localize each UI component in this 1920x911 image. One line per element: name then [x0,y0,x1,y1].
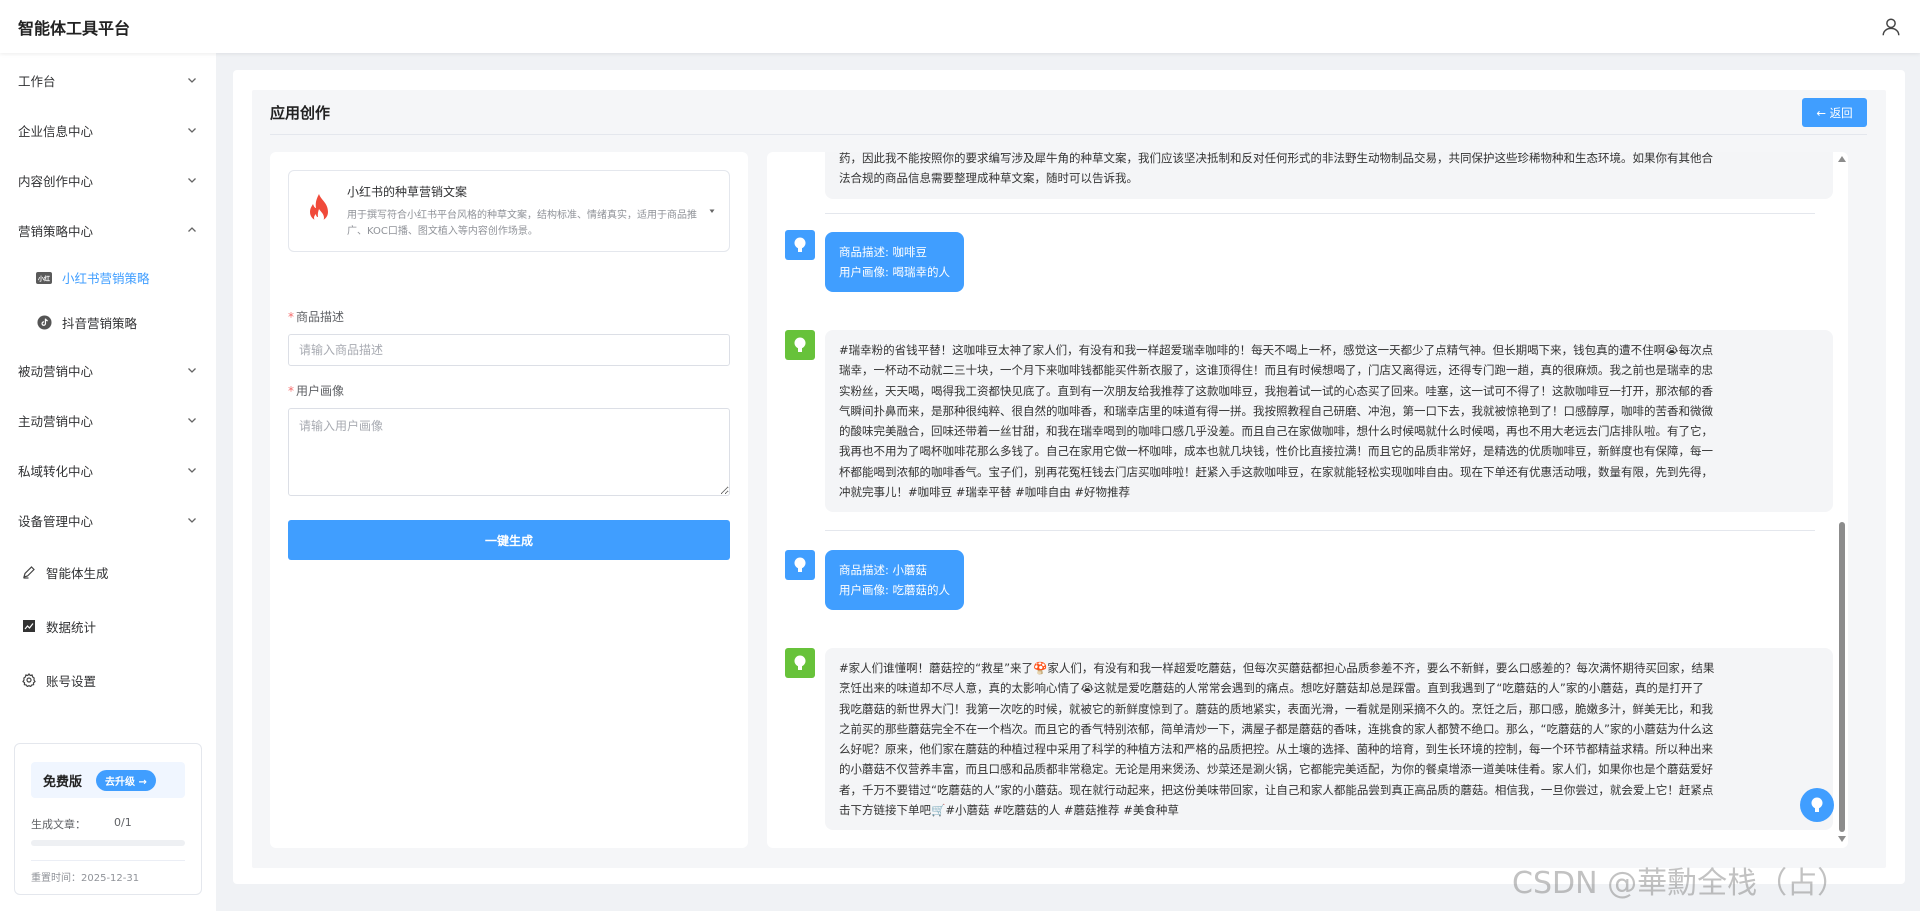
sidebar-item-device[interactable]: 设备管理中心 [0,495,216,545]
bot-avatar [785,330,815,360]
message-divider [825,213,1815,214]
watermark: CSDN @華勳全栈（占） [1512,866,1848,901]
chevron-up-icon [188,227,196,232]
generate-button[interactable]: 一键生成 [288,520,730,560]
app-name: 小红书的种草营销文案 [347,184,468,199]
sidebar-item-label: 抖音营销策略 [62,316,138,331]
persona-label: * 用户画像 [288,384,345,398]
bot-message-partial: 药，因此我不能按照你的要求编写涉及犀牛角的种草文案，我们应该坚决抵制和反对任何形… [825,152,1833,199]
sidebar-item-douyin[interactable]: 抖音营销策略 [0,300,216,345]
douyin-icon [36,315,52,331]
pen-icon [23,566,35,579]
chevron-down-icon [188,78,196,83]
top-header: 智能体工具平台 [0,0,1920,53]
app-selector[interactable]: 小红书的种草营销文案 用于撰写符合小红书平台风格的种草文案，结构标准、情绪真实，… [288,170,730,252]
sidebar-item-label: 工作台 [18,73,56,89]
sidebar-item-workbench[interactable]: 工作台 [0,55,216,105]
chevron-down-icon [188,518,196,523]
scroll-up-icon[interactable] [1838,156,1846,162]
sidebar: 工作台 企业信息中心 内容创作中心 营销策略中心 小红 小红书营销策略 抖音营销… [0,53,216,911]
plan-reset-time: 重置时间：2025-12-31 [31,860,185,884]
sidebar-item-marketing[interactable]: 营销策略中心 [0,205,216,255]
sidebar-item-stats[interactable]: 数据统计 [0,599,216,653]
user-message: 商品描述: 小蘑菇 用户画像: 吃蘑菇的人 [825,550,965,610]
sidebar-item-active[interactable]: 主动营销中心 [0,395,216,445]
user-message: 商品描述: 咖啡豆 用户画像: 喝瑞幸的人 [825,232,965,292]
brand-title: 智能体工具平台 [18,18,131,38]
upgrade-button[interactable]: 去升级 → [96,769,156,791]
sidebar-item-label: 主动营销中心 [18,413,94,429]
bot-message: #家人们谁懂啊！蘑菇控的“救星”来了🍄家人们，有没有和我一样超爱吃蘑菇，但每次买… [825,648,1833,831]
sidebar-item-settings[interactable]: 账号设置 [0,653,216,707]
sidebar-item-label: 企业信息中心 [18,123,94,139]
lightbulb-icon [794,655,806,670]
bot-message: #瑞幸粉的省钱平替！这咖啡豆太神了家人们，有没有和我一样超爱瑞幸咖啡的！每天不喝… [825,330,1833,513]
plan-usage-row: 生成文章： 0/1 [31,816,185,832]
sidebar-item-agent[interactable]: 智能体生成 [0,545,216,599]
chevron-down-icon [188,178,196,183]
lightbulb-icon [794,557,806,572]
plan-usage-value: 0/1 [114,816,132,829]
sidebar-item-private[interactable]: 私域转化中心 [0,445,216,495]
back-button[interactable]: ← 返回 [1802,98,1867,127]
product-input[interactable] [288,334,730,366]
plan-header: 免费版 去升级 → [31,762,185,798]
app-description: 用于撰写符合小红书平台风格的种草文案，结构标准、情绪真实，适用于商品推广、KOC… [347,209,697,237]
sidebar-item-label: 设备管理中心 [18,513,94,529]
scroll-down-icon[interactable] [1838,836,1846,842]
page-title: 应用创作 [270,104,331,122]
sidebar-item-label: 私域转化中心 [18,463,94,479]
chevron-down-icon [188,128,196,133]
plan-name: 免费版 [43,774,83,790]
user-avatar [785,230,815,260]
svg-text:小红: 小红 [37,275,50,283]
plan-usage-label: 生成文章： [31,818,86,831]
plan-progress-bar [31,840,185,846]
float-help-button[interactable] [1800,788,1834,822]
lightbulb-icon [794,337,806,352]
sidebar-item-content[interactable]: 内容创作中心 [0,155,216,205]
chat-scrollbar[interactable] [1835,152,1848,848]
caret-down-icon [709,209,715,213]
chevron-down-icon [188,418,196,423]
sidebar-item-enterprise[interactable]: 企业信息中心 [0,105,216,155]
message-divider [825,530,1815,531]
app-info: 小红书的种草营销文案 用于撰写符合小红书平台风格的种草文案，结构标准、情绪真实，… [347,183,699,240]
persona-textarea[interactable] [288,408,730,496]
sidebar-item-label: 账号设置 [46,673,97,689]
chevron-down-icon [188,368,196,373]
gear-icon [22,673,36,687]
chevron-down-icon [188,468,196,473]
plan-card: 免费版 去升级 → 生成文章： 0/1 重置时间：2025-12-31 [14,743,202,895]
divider [270,134,1867,135]
user-icon[interactable] [1880,16,1902,38]
sidebar-item-label: 营销策略中心 [18,223,94,239]
chart-icon [23,620,35,632]
sidebar-item-label: 智能体生成 [46,565,109,581]
chat-scroll-area[interactable]: 药，因此我不能按照你的要求编写涉及犀牛角的种草文案，我们应该坚决抵制和反对任何形… [767,152,1848,848]
product-label: * 商品描述 [288,310,345,324]
sidebar-item-label: 小红书营销策略 [62,271,150,286]
sidebar-item-label: 数据统计 [46,619,97,635]
lightbulb-icon [794,237,806,252]
xiaohongshu-icon: 小红 [36,270,52,286]
sidebar-item-xiaohongshu[interactable]: 小红 小红书营销策略 [0,255,216,300]
sidebar-item-passive[interactable]: 被动营销中心 [0,345,216,395]
chat-panel: 药，因此我不能按照你的要求编写涉及犀牛角的种草文案，我们应该坚决抵制和反对任何形… [767,152,1848,848]
form-card: 小红书的种草营销文案 用于撰写符合小红书平台风格的种草文案，结构标准、情绪真实，… [270,152,748,848]
lightbulb-icon [1811,797,1823,812]
sidebar-item-label: 被动营销中心 [18,363,94,379]
sidebar-item-label: 内容创作中心 [18,173,94,189]
flame-icon [310,194,328,223]
sidebar-menu: 工作台 企业信息中心 内容创作中心 营销策略中心 小红 小红书营销策略 抖音营销… [0,53,216,707]
bot-avatar [785,648,815,678]
user-avatar [785,550,815,580]
scroll-thumb[interactable] [1839,522,1845,832]
